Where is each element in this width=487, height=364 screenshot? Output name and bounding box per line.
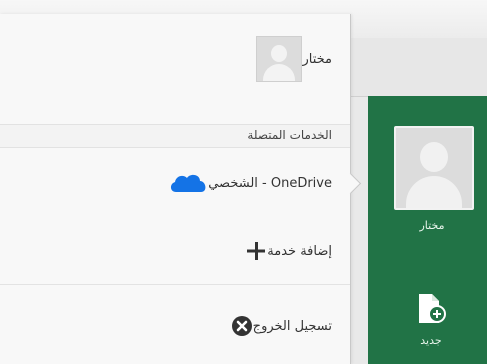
avatar-body-shape: [406, 176, 462, 208]
avatar-head-shape: [420, 142, 448, 172]
ribbon-area: [350, 38, 487, 97]
account-popover: مختار الخدمات المتصلة OneDrive - الشخصي …: [0, 14, 351, 364]
sign-out-label: تسجيل الخروج: [252, 318, 332, 334]
avatar-head-shape: [271, 45, 288, 62]
connected-services-header: الخدمات المتصلة: [0, 124, 350, 148]
onedrive-service-row[interactable]: OneDrive - الشخصي: [156, 170, 332, 196]
add-service-label: إضافة خدمة: [267, 243, 332, 259]
sign-out-row[interactable]: تسجيل الخروج: [219, 315, 332, 337]
user-name: مختار: [302, 51, 332, 67]
avatar-body-shape: [263, 64, 296, 81]
account-avatar-button[interactable]: [394, 126, 474, 210]
account-user-row[interactable]: مختار: [246, 36, 332, 82]
plus-icon: [245, 240, 267, 262]
close-circle-icon: [231, 315, 253, 337]
divider: [0, 284, 350, 285]
onedrive-cloud-icon: [168, 170, 208, 196]
new-document-icon[interactable]: [407, 290, 451, 330]
user-avatar: [256, 36, 303, 82]
backstage-user-label: مختار: [419, 219, 445, 232]
connected-services-header-label: الخدمات المتصلة: [247, 128, 332, 142]
new-button-label[interactable]: جديد: [409, 334, 453, 347]
onedrive-service-label: OneDrive - الشخصي: [208, 175, 332, 191]
add-service-row[interactable]: إضافة خدمة: [233, 240, 332, 262]
